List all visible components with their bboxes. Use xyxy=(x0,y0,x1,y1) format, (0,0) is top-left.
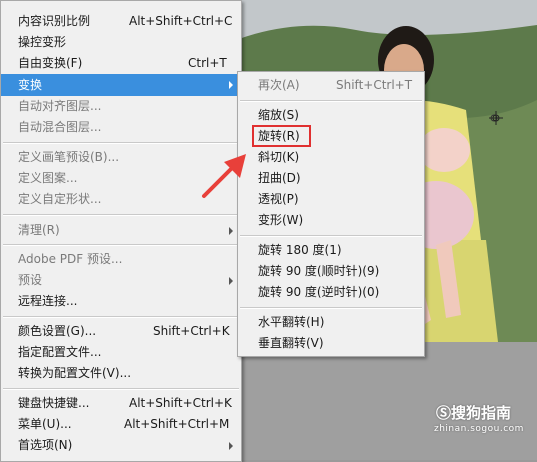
menu-item-shortcut: Alt+Shift+Ctrl+K xyxy=(129,396,232,410)
menu-separator xyxy=(240,100,422,102)
sogou-watermark: Ⓢ搜狗指南 zhinan.sogou.com xyxy=(434,402,523,434)
watermark-title: Ⓢ搜狗指南 xyxy=(436,404,512,422)
menu-item-color-settings[interactable]: 颜色设置(G)... Shift+Ctrl+K xyxy=(1,321,241,342)
menu-item-label: 水平翻转(H) xyxy=(258,315,325,329)
menu-separator xyxy=(3,214,239,216)
menu-item-label: Adobe PDF 预设... xyxy=(18,252,123,266)
submenu-item-flip-vertical[interactable]: 垂直翻转(V) xyxy=(238,333,424,354)
transform-submenu: 再次(A) Shift+Ctrl+T 缩放(S) 旋转(R) 斜切(K) 扭曲(… xyxy=(237,71,425,357)
menu-item-label: 旋转 90 度(逆时针)(0) xyxy=(258,285,380,299)
menu-item-label: 透视(P) xyxy=(258,192,299,206)
chevron-right-icon xyxy=(229,277,233,285)
menu-item-label: 旋转 180 度(1) xyxy=(258,243,342,257)
menu-item-shortcut: Alt+Shift+Ctrl+C xyxy=(129,14,233,28)
menu-separator xyxy=(3,244,239,246)
menu-separator xyxy=(240,307,422,309)
submenu-item-rotate-90-cw[interactable]: 旋转 90 度(顺时针)(9) xyxy=(238,261,424,282)
submenu-item-scale[interactable]: 缩放(S) xyxy=(238,105,424,126)
menu-item-label: 首选项(N) xyxy=(18,438,73,452)
menu-separator xyxy=(3,388,239,390)
menu-item-label: 转换为配置文件(V)... xyxy=(18,366,132,380)
menu-item-label: 内容识别比例 xyxy=(18,14,91,28)
menu-item-label: 斜切(K) xyxy=(258,150,300,164)
submenu-item-rotate-90-ccw[interactable]: 旋转 90 度(逆时针)(0) xyxy=(238,282,424,303)
chevron-right-icon xyxy=(229,227,233,235)
edit-menu: 内容识别比例 Alt+Shift+Ctrl+C 操控变形 自由变换(F) Ctr… xyxy=(0,0,242,462)
watermark-url: zhinan.sogou.com xyxy=(434,424,524,434)
menu-item-label: 定义图案... xyxy=(18,171,78,185)
menu-item-assign-profile[interactable]: 指定配置文件... xyxy=(1,342,241,363)
menu-item-label: 远程连接... xyxy=(18,294,78,308)
canvas-background xyxy=(236,342,537,460)
menu-item-label: 操控变形 xyxy=(18,35,67,49)
menu-separator xyxy=(3,142,239,144)
menu-item-label: 变换 xyxy=(18,78,43,92)
menu-item-purge[interactable]: 清理(R) xyxy=(1,220,241,241)
submenu-item-rotate-180[interactable]: 旋转 180 度(1) xyxy=(238,240,424,261)
menu-separator xyxy=(3,316,239,318)
menu-item-label: 定义自定形状... xyxy=(18,192,102,206)
submenu-item-warp[interactable]: 变形(W) xyxy=(238,210,424,231)
menu-item-label: 旋转 90 度(顺时针)(9) xyxy=(258,264,380,278)
menu-item-menus[interactable]: 菜单(U)... Alt+Shift+Ctrl+M xyxy=(1,414,241,435)
chevron-right-icon xyxy=(229,81,233,89)
menu-item-remote-connections[interactable]: 远程连接... xyxy=(1,291,241,312)
menu-separator xyxy=(240,235,422,237)
menu-item-label: 自由变换(F) xyxy=(18,56,83,70)
menu-item-shortcut: Ctrl+T xyxy=(188,56,227,70)
menu-item-preferences[interactable]: 首选项(N) xyxy=(1,435,241,456)
menu-item-adobe-pdf-presets[interactable]: Adobe PDF 预设... xyxy=(1,249,241,270)
menu-item-label: 菜单(U)... xyxy=(18,417,72,431)
menu-item-label: 颜色设置(G)... xyxy=(18,324,97,338)
red-annotation-arrow-icon xyxy=(202,154,246,198)
menu-item-auto-blend-layers[interactable]: 自动混合图层... xyxy=(1,117,241,138)
submenu-item-flip-horizontal[interactable]: 水平翻转(H) xyxy=(238,312,424,333)
menu-item-label: 自动对齐图层... xyxy=(18,99,102,113)
transform-anchor-icon[interactable] xyxy=(488,110,504,126)
menu-item-content-aware-scale[interactable]: 内容识别比例 Alt+Shift+Ctrl+C xyxy=(1,11,241,32)
menu-item-transform[interactable]: 变换 xyxy=(1,74,241,96)
menu-item-label: 扭曲(D) xyxy=(258,171,301,185)
menu-item-free-transform[interactable]: 自由变换(F) Ctrl+T xyxy=(1,53,241,74)
menu-item-shortcut: Shift+Ctrl+K xyxy=(153,324,230,338)
menu-item-label: 垂直翻转(V) xyxy=(258,336,324,350)
menu-item-puppet-warp[interactable]: 操控变形 xyxy=(1,32,241,53)
menu-item-keyboard-shortcuts[interactable]: 键盘快捷键... Alt+Shift+Ctrl+K xyxy=(1,393,241,414)
chevron-right-icon xyxy=(229,442,233,450)
menu-item-presets[interactable]: 预设 xyxy=(1,270,241,291)
menu-item-label: 定义画笔预设(B)... xyxy=(18,150,120,164)
menu-item-convert-to-profile[interactable]: 转换为配置文件(V)... xyxy=(1,363,241,384)
menu-item-label: 自动混合图层... xyxy=(18,120,102,134)
menu-item-label: 变形(W) xyxy=(258,213,304,227)
menu-item-label: 键盘快捷键... xyxy=(18,396,90,410)
menu-item-label: 再次(A) xyxy=(258,78,300,92)
rotate-highlight-box xyxy=(252,125,311,147)
submenu-item-skew[interactable]: 斜切(K) xyxy=(238,147,424,168)
submenu-item-distort[interactable]: 扭曲(D) xyxy=(238,168,424,189)
submenu-item-again[interactable]: 再次(A) Shift+Ctrl+T xyxy=(238,75,424,96)
menu-item-shortcut: Shift+Ctrl+T xyxy=(336,78,413,92)
submenu-item-perspective[interactable]: 透视(P) xyxy=(238,189,424,210)
menu-item-label: 缩放(S) xyxy=(258,108,299,122)
menu-item-shortcut: Alt+Shift+Ctrl+M xyxy=(124,417,230,431)
menu-item-label: 清理(R) xyxy=(18,223,60,237)
menu-item-auto-align-layers[interactable]: 自动对齐图层... xyxy=(1,96,241,117)
menu-item-label: 预设 xyxy=(18,273,43,287)
menu-item-label: 指定配置文件... xyxy=(18,345,102,359)
